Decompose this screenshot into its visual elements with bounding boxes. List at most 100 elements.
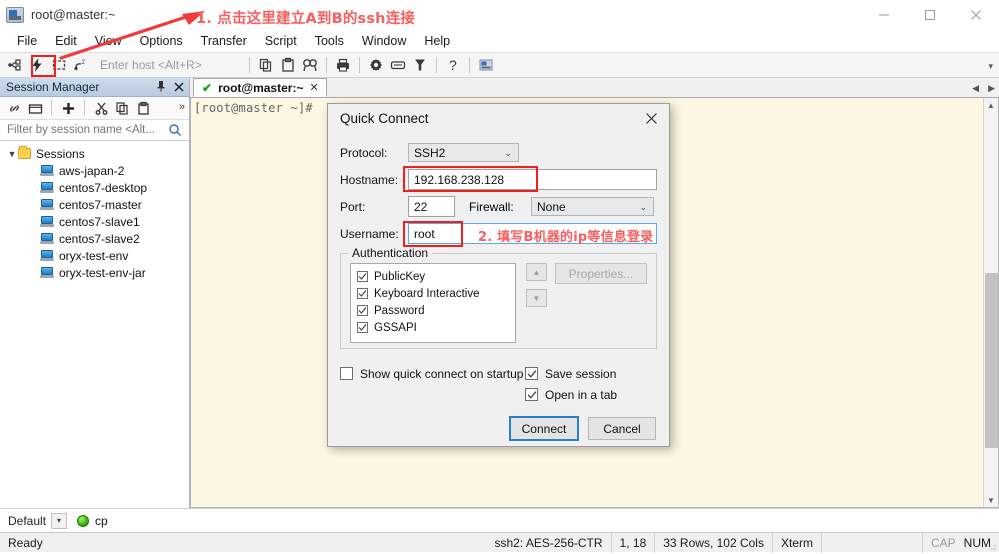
main-toolbar: 2 Enter host <Alt+R> ? ▾ — [0, 52, 999, 78]
cut-icon[interactable] — [91, 98, 111, 118]
paste-icon[interactable] — [133, 98, 153, 118]
option-show-quick-connect[interactable]: Show quick connect on startup — [340, 363, 525, 384]
auth-item-publickey[interactable]: PublicKey — [357, 269, 515, 284]
find-icon[interactable] — [299, 54, 321, 76]
protocol-select[interactable]: SSH2 ⌄ — [408, 143, 519, 162]
pin-icon[interactable] — [156, 80, 166, 95]
chevron-down-icon[interactable]: ▾ — [988, 61, 993, 72]
add-icon[interactable] — [58, 98, 78, 118]
keymap-icon[interactable] — [387, 54, 409, 76]
hostname-input[interactable]: 192.168.238.128 — [408, 169, 657, 190]
protocol-label: Protocol: — [340, 145, 388, 160]
resize-grip[interactable] — [987, 540, 997, 550]
menu-options[interactable]: Options — [131, 32, 192, 50]
protocol-value: SSH2 — [414, 145, 446, 160]
session-item-centos7-desktop[interactable]: centos7-desktop — [0, 179, 189, 196]
auth-item-gssapi[interactable]: GSSAPI — [357, 320, 515, 335]
close-icon[interactable] — [633, 104, 669, 132]
close-icon[interactable]: ✕ — [309, 81, 318, 94]
tab-root-master[interactable]: ✔ root@master:~ ✕ — [193, 78, 327, 97]
connect-button[interactable]: Connect — [509, 416, 579, 441]
session-icon — [40, 165, 54, 176]
help-icon[interactable]: ? — [442, 54, 464, 76]
option-open-in-tab[interactable]: Open in a tab — [525, 384, 617, 405]
status-dimensions: 33 Rows, 102 Cols — [663, 535, 764, 550]
toolbar-divider — [469, 57, 470, 73]
checkbox-checked-icon[interactable] — [357, 288, 368, 299]
chevron-down-icon: ⌄ — [504, 148, 512, 158]
auth-item-password[interactable]: Password — [357, 303, 515, 318]
link-icon[interactable] — [4, 98, 24, 118]
status-cipher: ssh2: AES-256-CTR — [494, 535, 603, 550]
new-folder-icon[interactable] — [25, 98, 45, 118]
scroll-down-icon[interactable]: ▼ — [987, 493, 995, 507]
menu-transfer[interactable]: Transfer — [192, 32, 256, 50]
copy-icon[interactable] — [112, 98, 132, 118]
disconnect-icon[interactable]: 2 — [70, 54, 92, 76]
terminal-scrollbar[interactable]: ▲ ▼ — [983, 98, 998, 507]
paste-icon[interactable] — [277, 54, 299, 76]
minimize-icon[interactable] — [861, 0, 907, 30]
tree-root-sessions[interactable]: ▼ Sessions — [0, 145, 189, 162]
protocol-row: Protocol: SSH2 ⌄ — [340, 139, 657, 166]
toolbar-divider — [326, 57, 327, 73]
tab-prev-icon[interactable]: ◀ — [972, 83, 979, 94]
chevron-right-icon[interactable]: » — [179, 101, 185, 113]
session-item-centos7-master[interactable]: centos7-master — [0, 196, 189, 213]
quick-connect-icon[interactable] — [26, 54, 48, 76]
checkbox-checked-icon[interactable] — [525, 367, 538, 380]
chevron-down-icon[interactable]: ▼ — [6, 149, 18, 159]
host-input[interactable]: Enter host <Alt+R> — [94, 55, 244, 75]
option-save-session[interactable]: Save session — [525, 363, 617, 384]
print-icon[interactable] — [332, 54, 354, 76]
cancel-button[interactable]: Cancel — [588, 417, 656, 440]
search-icon[interactable] — [168, 123, 182, 140]
authentication-list[interactable]: PublicKey Keyboard Interactive Password — [350, 263, 516, 343]
scrollbar-thumb[interactable] — [985, 273, 998, 448]
tab-label: root@master:~ — [218, 80, 304, 95]
menu-help[interactable]: Help — [415, 32, 459, 50]
session-label: aws-japan-2 — [59, 163, 125, 178]
port-input[interactable]: 22 — [408, 196, 455, 217]
reconnect-icon[interactable] — [48, 54, 70, 76]
session-item-oryx-test-env-jar[interactable]: oryx-test-env-jar — [0, 264, 189, 281]
menu-window[interactable]: Window — [353, 32, 415, 50]
securecrt-window: root@master:~ File Edit View Options Tra… — [0, 0, 999, 553]
session-item-centos7-slave2[interactable]: centos7-slave2 — [0, 230, 189, 247]
arrow-down-icon[interactable]: ▼ — [526, 289, 547, 307]
session-item-centos7-slave1[interactable]: centos7-slave1 — [0, 213, 189, 230]
session-item-aws-japan-2[interactable]: aws-japan-2 — [0, 162, 189, 179]
session-options-icon[interactable] — [475, 54, 497, 76]
scroll-up-icon[interactable]: ▲ — [987, 98, 995, 112]
filter-icon[interactable] — [409, 54, 431, 76]
arrow-up-icon[interactable]: ▲ — [526, 263, 547, 281]
session-filter-input[interactable] — [5, 121, 165, 139]
session-item-oryx-test-env[interactable]: oryx-test-env — [0, 247, 189, 264]
menu-script[interactable]: Script — [256, 32, 306, 50]
menu-view[interactable]: View — [86, 32, 131, 50]
menu-file[interactable]: File — [8, 32, 46, 50]
annotation-step-1: 1. 点击这里建立A到B的ssh连接 — [196, 11, 416, 27]
close-icon[interactable] — [953, 0, 999, 30]
firewall-value: None — [537, 199, 566, 214]
checkbox-checked-icon[interactable] — [357, 305, 368, 316]
checkbox-checked-icon[interactable] — [357, 271, 368, 282]
properties-button[interactable]: Properties... — [555, 263, 647, 284]
profile-selector[interactable]: Default ▾ — [8, 512, 68, 529]
connect-icon[interactable] — [4, 54, 26, 76]
toolbar-divider — [51, 100, 52, 116]
chevron-down-icon[interactable]: ▾ — [51, 512, 68, 529]
copy-icon[interactable] — [255, 54, 277, 76]
checkbox-checked-icon[interactable] — [357, 322, 368, 333]
settings-icon[interactable] — [365, 54, 387, 76]
maximize-icon[interactable] — [907, 0, 953, 30]
close-icon[interactable] — [174, 81, 184, 95]
menu-tools[interactable]: Tools — [306, 32, 353, 50]
firewall-select[interactable]: None ⌄ — [531, 197, 654, 216]
tab-next-icon[interactable]: ▶ — [988, 83, 995, 94]
checkbox-unchecked-icon[interactable] — [340, 367, 353, 380]
checkbox-checked-icon[interactable] — [525, 388, 538, 401]
dialog-options-row: Show quick connect on startup Save sessi… — [340, 363, 657, 405]
menu-edit[interactable]: Edit — [46, 32, 86, 50]
auth-item-keyboard-interactive[interactable]: Keyboard Interactive — [357, 286, 515, 301]
